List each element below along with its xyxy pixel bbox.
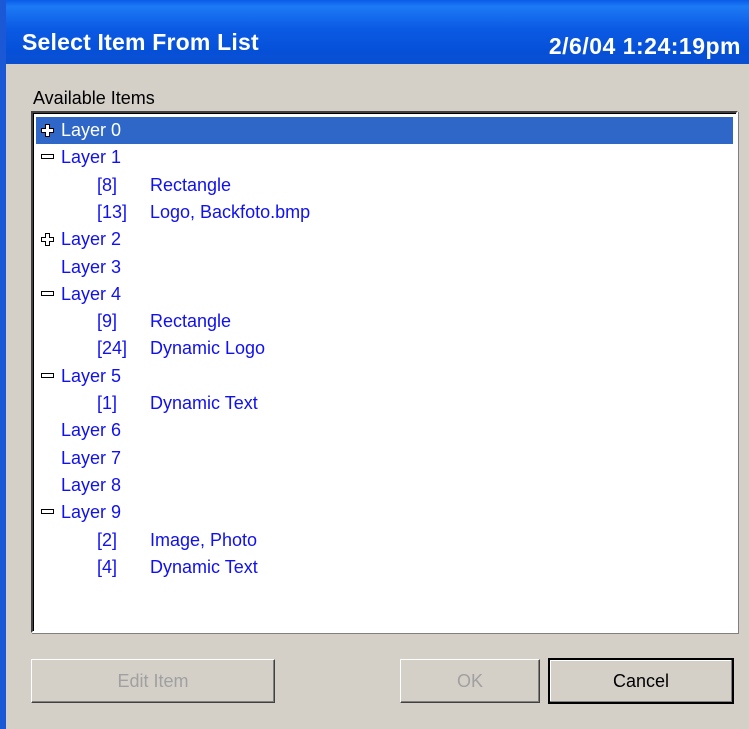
expand-plus-icon[interactable] bbox=[41, 233, 54, 247]
tree-layer-row[interactable]: Layer 0 bbox=[36, 117, 733, 144]
item-index: [4] bbox=[97, 556, 118, 577]
tree-item-row[interactable]: [1] Dynamic Text bbox=[36, 390, 733, 417]
tree-layer-row[interactable]: Layer 8 bbox=[36, 472, 733, 499]
layer-label: Layer 9 bbox=[61, 502, 122, 523]
layer-label: Layer 8 bbox=[61, 474, 122, 495]
cancel-button[interactable]: Cancel bbox=[548, 658, 734, 704]
item-label: Image, Photo bbox=[150, 529, 258, 550]
collapse-minus-icon[interactable] bbox=[41, 509, 54, 515]
dialog-title: Select Item From List bbox=[22, 29, 259, 55]
item-index: [1] bbox=[97, 393, 118, 413]
layer-label: Layer 5 bbox=[61, 365, 122, 386]
tree-item-row[interactable]: [9] Rectangle bbox=[36, 308, 733, 335]
item-index: [9] bbox=[97, 311, 118, 332]
item-index: [24] bbox=[97, 338, 128, 359]
tree-layer-row[interactable]: Layer 2 bbox=[36, 226, 733, 253]
item-index: [13] bbox=[97, 201, 128, 222]
tree-item-row[interactable]: [2] Image, Photo bbox=[36, 527, 733, 554]
item-index: [2] bbox=[97, 529, 118, 550]
item-label: Dynamic Text bbox=[150, 393, 258, 413]
tree-layer-row[interactable]: Layer 5 bbox=[36, 363, 733, 390]
tree-layer-row[interactable]: Layer 4 bbox=[36, 281, 733, 308]
tree-item-row[interactable]: [4] Dynamic Text bbox=[36, 554, 733, 581]
item-label: Dynamic Text bbox=[150, 556, 258, 577]
layer-label: Layer 3 bbox=[61, 256, 122, 277]
window-left-border bbox=[0, 0, 6, 729]
tree-item-row[interactable]: [8] Rectangle bbox=[36, 172, 733, 199]
item-label: Logo, Backfoto.bmp bbox=[150, 201, 311, 222]
layer-label: Layer 1 bbox=[61, 147, 122, 168]
layer-label: Layer 6 bbox=[61, 420, 122, 441]
tree-item-row[interactable]: [24] Dynamic Logo bbox=[36, 335, 733, 362]
tree-layer-row[interactable]: Layer 7 bbox=[36, 445, 733, 472]
available-items-label: Available Items bbox=[33, 88, 155, 108]
layer-label: Layer 4 bbox=[61, 283, 122, 304]
item-label: Rectangle bbox=[150, 311, 232, 332]
edit-item-button[interactable]: Edit Item bbox=[31, 659, 275, 703]
tree-layer-row[interactable]: Layer 6 bbox=[36, 417, 733, 444]
layer-label: Layer 2 bbox=[61, 229, 122, 250]
tree-layer-row[interactable]: Layer 3 bbox=[36, 254, 733, 281]
available-items-tree[interactable]: Layer 0 Layer 1 [8] Rectangle [13] Logo, Back… bbox=[31, 111, 738, 633]
tree-layer-row[interactable]: Layer 1 bbox=[36, 144, 733, 171]
expand-plus-icon[interactable] bbox=[41, 124, 54, 137]
collapse-minus-icon[interactable] bbox=[41, 290, 54, 297]
collapse-minus-icon[interactable] bbox=[41, 154, 54, 160]
item-label: Rectangle bbox=[150, 174, 232, 195]
layer-label: Layer 7 bbox=[61, 447, 122, 468]
ok-button[interactable]: OK bbox=[400, 659, 540, 703]
collapse-minus-icon[interactable] bbox=[41, 372, 54, 379]
tree-layer-row[interactable]: Layer 9 bbox=[36, 499, 733, 526]
title-bar[interactable]: Select Item From List 2/6/04 1:24:19pm bbox=[0, 0, 749, 64]
select-item-dialog: Select Item From List 2/6/04 1:24:19pm A… bbox=[0, 0, 749, 729]
datetime-display: 2/6/04 1:24:19pm bbox=[548, 33, 741, 59]
layer-label: Layer 0 bbox=[61, 120, 122, 140]
tree-item-row[interactable]: [13] Logo, Backfoto.bmp bbox=[36, 199, 733, 226]
item-index: [8] bbox=[97, 174, 118, 195]
item-label: Dynamic Logo bbox=[150, 338, 266, 359]
